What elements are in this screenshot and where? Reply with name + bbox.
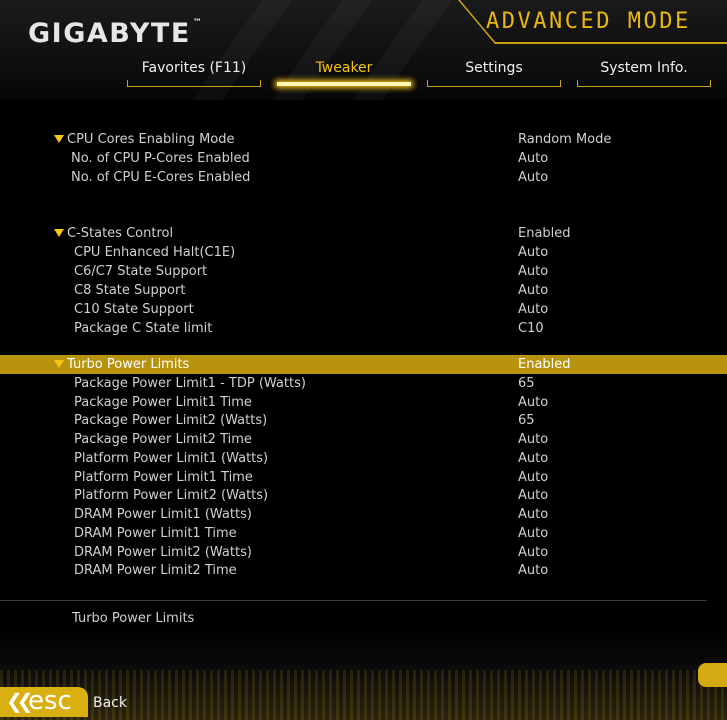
dram-pl1-time-row[interactable]: DRAM Power Limit1 Time Auto: [0, 524, 727, 543]
turbo-power-limits-row[interactable]: Turbo Power Limits Enabled: [0, 355, 727, 374]
c8-row[interactable]: C8 State Support Auto: [0, 281, 727, 300]
setting-value: Auto: [518, 432, 549, 447]
setting-label: CPU Cores Enabling Mode: [67, 132, 235, 147]
setting-value: Enabled: [518, 226, 571, 241]
help-text: Turbo Power Limits: [72, 611, 195, 626]
setting-value: Auto: [518, 545, 549, 560]
c-states-control-row[interactable]: C-States Control Enabled: [0, 224, 727, 243]
pkg-pl2-watts-row[interactable]: Package Power Limit2 (Watts) 65: [0, 411, 727, 430]
expand-arrow-icon: [54, 229, 64, 237]
setting-value: Auto: [518, 264, 549, 279]
setting-label: DRAM Power Limit2 Time: [74, 563, 237, 578]
setting-label: Turbo Power Limits: [67, 357, 190, 372]
setting-label: DRAM Power Limit1 (Watts): [74, 507, 252, 522]
tab-underline: [127, 80, 261, 87]
setting-value: Auto: [518, 488, 549, 503]
dram-pl2-time-row[interactable]: DRAM Power Limit2 Time Auto: [0, 561, 727, 580]
esc-label: esc: [28, 686, 72, 716]
expand-arrow-icon: [54, 360, 64, 368]
tab-tweaker-label: Tweaker: [315, 60, 373, 76]
p-cores-enabled-row[interactable]: No. of CPU P-Cores Enabled Auto: [0, 149, 727, 168]
tab-favorites-label: Favorites (F11): [141, 60, 247, 76]
setting-value: Enabled: [518, 357, 571, 372]
gigabyte-logo: GIGABYTE ™: [28, 18, 203, 49]
plat-pl1-time-row[interactable]: Platform Power Limit1 Time Auto: [0, 468, 727, 487]
cpu-cores-enabling-mode-row[interactable]: CPU Cores Enabling Mode Random Mode: [0, 130, 727, 149]
tab-tweaker[interactable]: Tweaker: [277, 58, 411, 90]
back-link[interactable]: Back: [93, 695, 127, 711]
c10-row[interactable]: C10 State Support Auto: [0, 300, 727, 319]
side-panel-tab[interactable]: [698, 663, 727, 687]
tab-underline: [577, 80, 711, 87]
plat-pl1-watts-row[interactable]: Platform Power Limit1 (Watts) Auto: [0, 449, 727, 468]
double-chevron-left-icon: ❮❮: [6, 689, 33, 713]
setting-label: No. of CPU E-Cores Enabled: [71, 170, 251, 185]
c6c7-row[interactable]: C6/C7 State Support Auto: [0, 262, 727, 281]
help-divider: [0, 600, 707, 601]
tab-settings[interactable]: Settings: [427, 58, 561, 90]
setting-label: Platform Power Limit1 (Watts): [74, 451, 269, 466]
setting-value: 65: [518, 413, 535, 428]
tab-favorites[interactable]: Favorites (F11): [127, 58, 261, 90]
tab-system-info[interactable]: System Info.: [577, 58, 711, 90]
setting-label: C-States Control: [67, 226, 174, 241]
setting-value: Auto: [518, 170, 549, 185]
setting-label: CPU Enhanced Halt(C1E): [74, 245, 236, 260]
c1e-row[interactable]: CPU Enhanced Halt(C1E) Auto: [0, 243, 727, 262]
tab-underline: [427, 80, 561, 87]
setting-label: Package Power Limit2 (Watts): [74, 413, 268, 428]
setting-label: C6/C7 State Support: [74, 264, 208, 279]
setting-label: C10 State Support: [74, 302, 194, 317]
setting-value: Auto: [518, 245, 549, 260]
setting-label: Package Power Limit1 Time: [74, 395, 252, 410]
setting-value: Random Mode: [518, 132, 612, 147]
main-tabs: Favorites (F11) Tweaker Settings System …: [0, 58, 727, 98]
plat-pl2-watts-row[interactable]: Platform Power Limit2 (Watts) Auto: [0, 486, 727, 505]
setting-label: Package Power Limit2 Time: [74, 432, 252, 447]
setting-value: Auto: [518, 151, 549, 166]
dram-pl2-watts-row[interactable]: DRAM Power Limit2 (Watts) Auto: [0, 543, 727, 562]
setting-label: C8 State Support: [74, 283, 186, 298]
setting-value: Auto: [518, 283, 549, 298]
tab-active-underline: [277, 82, 411, 86]
tab-settings-label: Settings: [465, 60, 523, 76]
setting-label: No. of CPU P-Cores Enabled: [71, 151, 250, 166]
setting-label: Package C State limit: [74, 321, 213, 336]
pkg-pl1-time-row[interactable]: Package Power Limit1 Time Auto: [0, 393, 727, 412]
setting-value: Auto: [518, 302, 549, 317]
setting-value: Auto: [518, 451, 549, 466]
setting-label: Platform Power Limit2 (Watts): [74, 488, 269, 503]
setting-label: DRAM Power Limit1 Time: [74, 526, 237, 541]
mode-title: ADVANCED MODE: [486, 9, 691, 34]
setting-value: Auto: [518, 395, 549, 410]
setting-value: Auto: [518, 526, 549, 541]
setting-value: Auto: [518, 563, 549, 578]
setting-label: DRAM Power Limit2 (Watts): [74, 545, 252, 560]
dram-pl1-watts-row[interactable]: DRAM Power Limit1 (Watts) Auto: [0, 505, 727, 524]
trademark-mark: ™: [192, 18, 204, 28]
tab-system-info-label: System Info.: [600, 60, 688, 76]
e-cores-enabled-row[interactable]: No. of CPU E-Cores Enabled Auto: [0, 168, 727, 187]
setting-value: Auto: [518, 470, 549, 485]
pkg-pl2-time-row[interactable]: Package Power Limit2 Time Auto: [0, 430, 727, 449]
setting-value: Auto: [518, 507, 549, 522]
logo-text: GIGABYTE: [28, 18, 191, 49]
setting-value: C10: [518, 321, 544, 336]
pkg-pl1-watts-row[interactable]: Package Power Limit1 - TDP (Watts) 65: [0, 374, 727, 393]
setting-label: Platform Power Limit1 Time: [74, 470, 253, 485]
esc-button[interactable]: ❮❮ esc: [0, 686, 88, 717]
package-c-state-limit-row[interactable]: Package C State limit C10: [0, 319, 727, 338]
expand-arrow-icon: [54, 135, 64, 143]
setting-value: 65: [518, 376, 535, 391]
setting-label: Package Power Limit1 - TDP (Watts): [74, 376, 306, 391]
